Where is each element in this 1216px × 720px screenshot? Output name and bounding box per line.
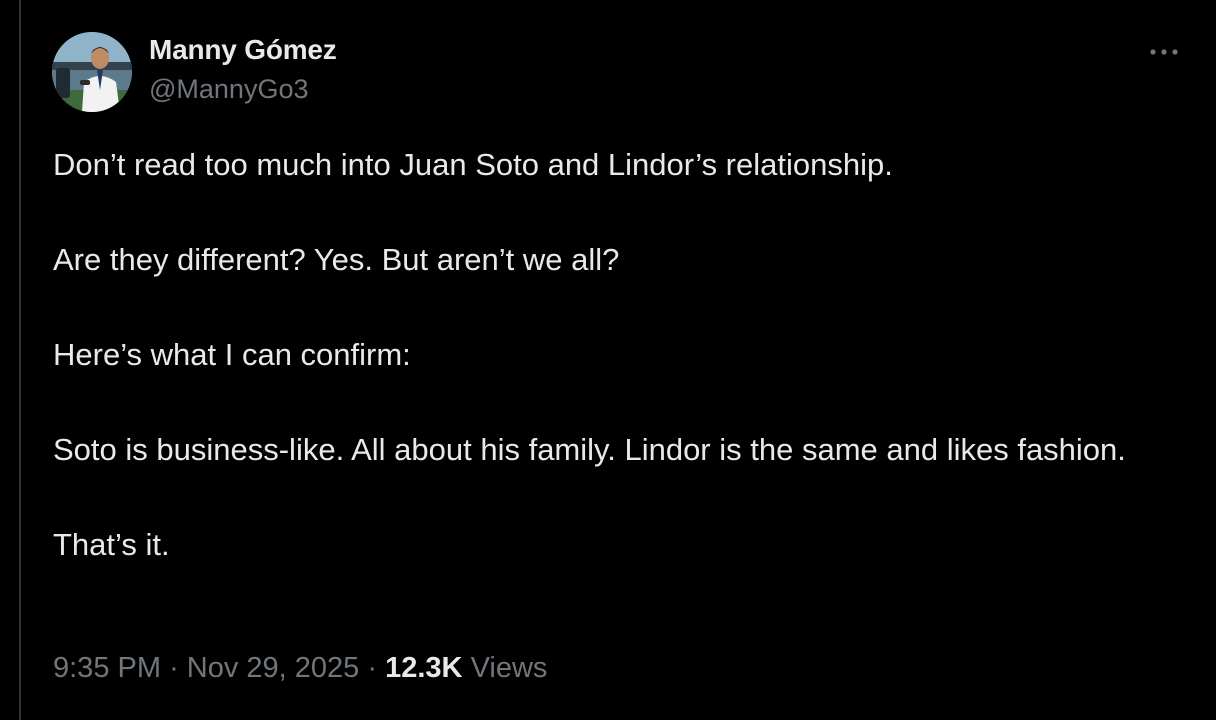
tweet-paragraph: Soto is business-like. All about his fam…: [53, 432, 1126, 467]
tweet-time[interactable]: 9:35 PM: [53, 652, 161, 684]
ellipsis-icon: [1150, 49, 1178, 55]
author-handle[interactable]: @MannyGo3: [149, 74, 308, 105]
tweet-meta: 9:35 PM · Nov 29, 2025 · 12.3K Views: [53, 652, 547, 685]
views-count[interactable]: 12.3K: [385, 652, 462, 684]
thread-divider: [19, 0, 21, 720]
tweet-paragraph: Are they different? Yes. But aren’t we a…: [53, 242, 620, 277]
author-avatar[interactable]: [52, 32, 132, 112]
user-avatar-icon: [52, 32, 132, 112]
tweet-paragraph: Here’s what I can confirm:: [53, 337, 411, 372]
meta-separator: ·: [169, 652, 179, 684]
tweet-paragraph: That’s it.: [53, 527, 170, 562]
author-display-name[interactable]: Manny Gómez: [149, 34, 337, 66]
more-options-button[interactable]: [1142, 36, 1186, 68]
tweet-text: Don’t read too much into Juan Soto and L…: [53, 141, 1173, 568]
views-label: Views: [470, 652, 548, 684]
meta-separator: ·: [367, 652, 378, 684]
tweet-date[interactable]: Nov 29, 2025: [187, 652, 360, 684]
tweet-paragraph: Don’t read too much into Juan Soto and L…: [53, 147, 893, 182]
